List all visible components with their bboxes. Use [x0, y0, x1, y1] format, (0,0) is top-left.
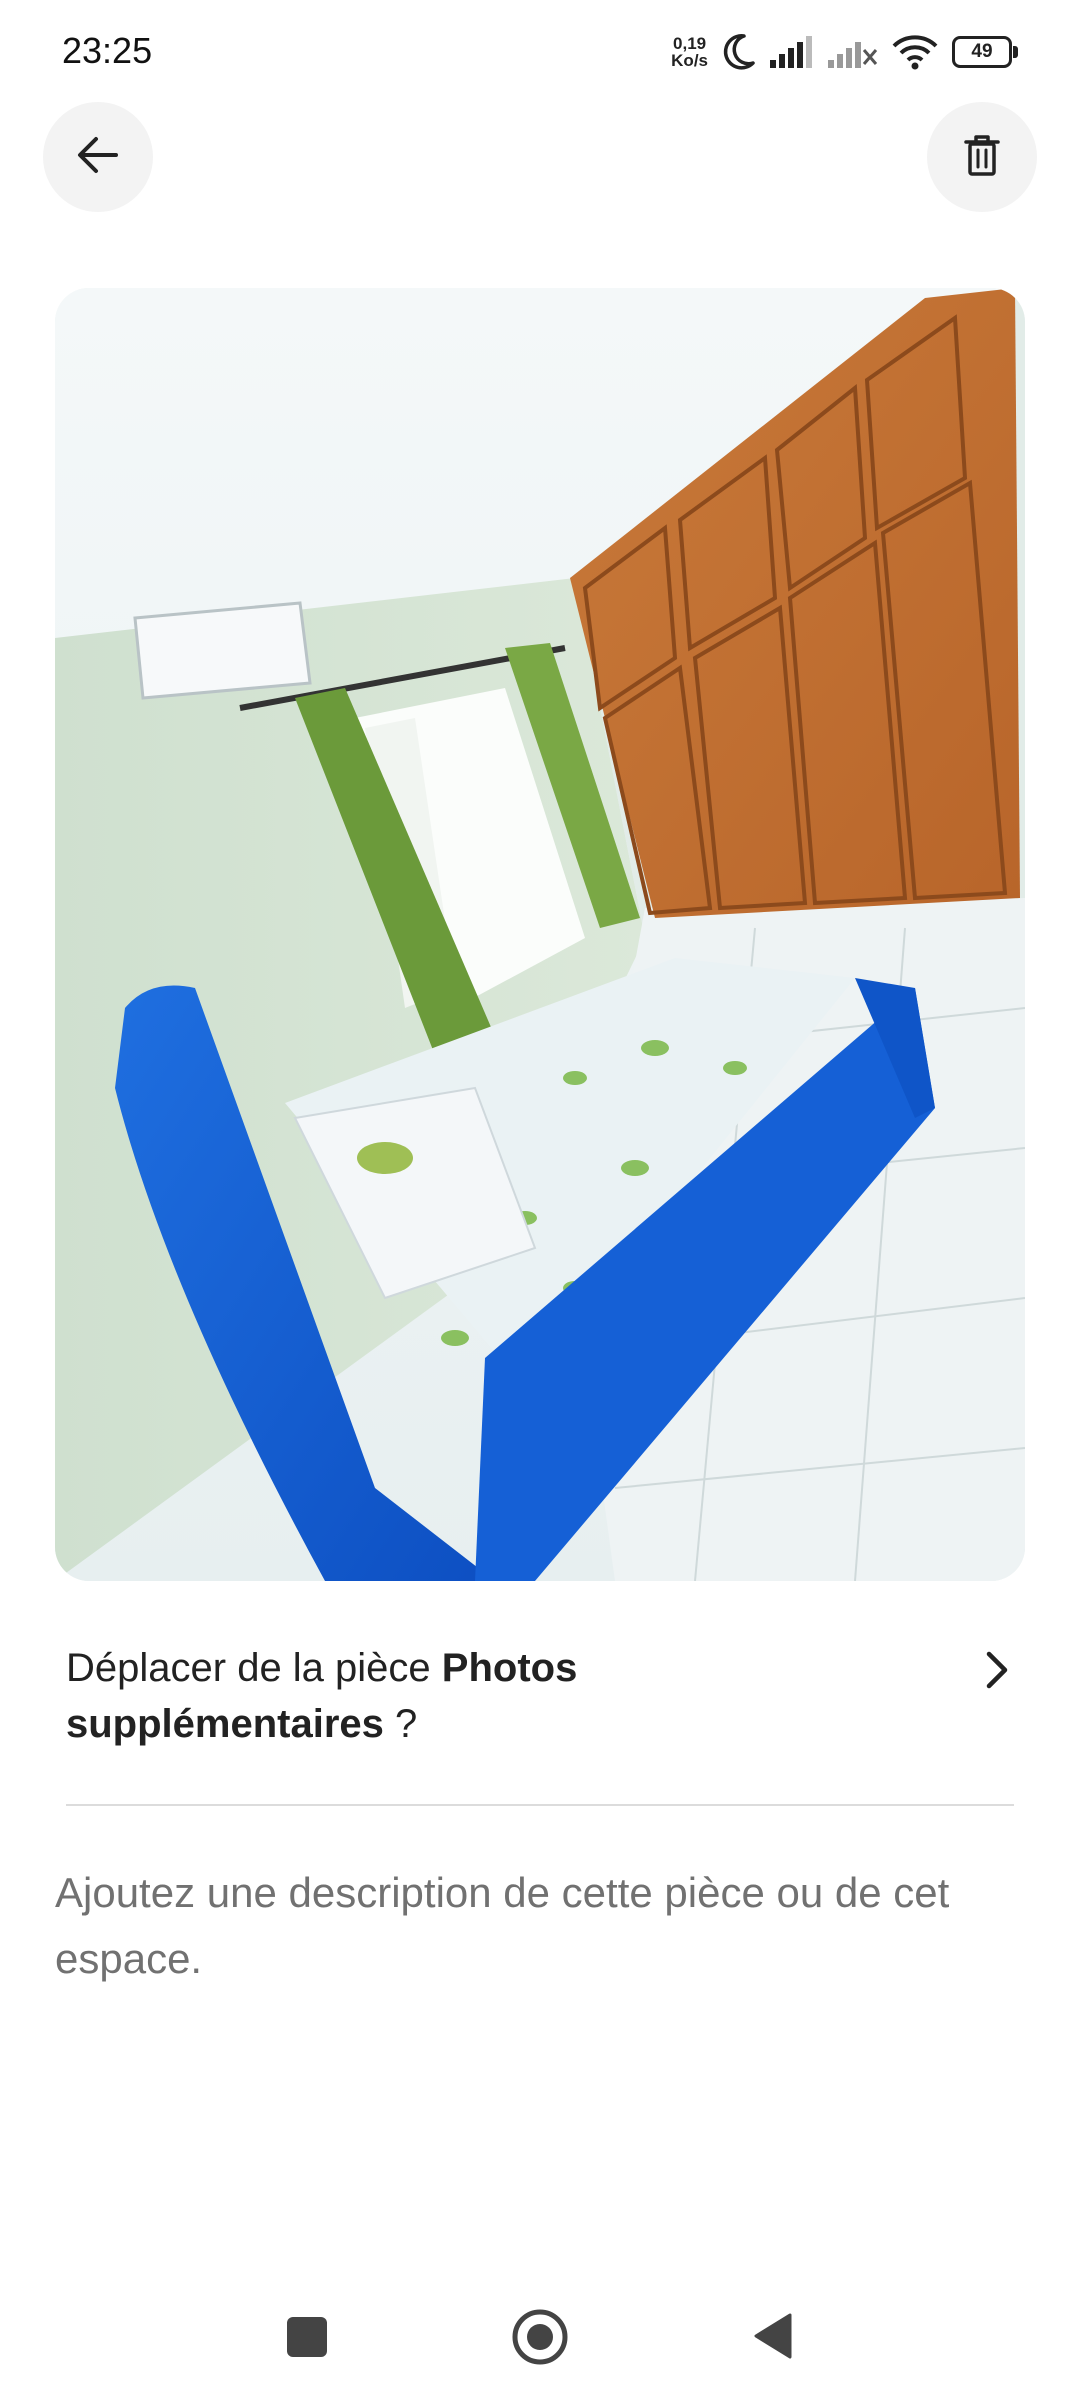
back-triangle-icon[interactable] — [752, 2311, 794, 2366]
move-room-row[interactable]: Déplacer de la pièce Photos supplémentai… — [66, 1640, 1016, 1770]
status-indicators: 0,19 Ko/s 49 — [671, 30, 1018, 74]
battery-icon: 49 — [952, 36, 1018, 68]
system-nav-bar — [0, 2290, 1080, 2380]
arrow-left-icon — [76, 135, 120, 180]
screen: 23:25 0,19 Ko/s 49 Déplacer de la pièce … — [0, 0, 1080, 2400]
signal-icon — [770, 36, 814, 68]
trash-icon — [964, 134, 1000, 181]
wifi-icon — [892, 34, 938, 70]
signal-no-service-icon — [828, 36, 878, 68]
move-room-suffix: ? — [383, 1702, 418, 1746]
chevron-right-icon — [984, 1650, 1010, 1695]
battery-level: 49 — [952, 36, 1012, 68]
network-speed-unit: Ko/s — [671, 51, 708, 70]
room-photo[interactable] — [55, 288, 1025, 1581]
delete-button[interactable] — [927, 102, 1037, 212]
moon-icon — [722, 33, 756, 71]
move-room-text: Déplacer de la pièce Photos supplémentai… — [66, 1640, 886, 1752]
status-bar: 23:25 0,19 Ko/s 49 — [0, 0, 1080, 100]
status-time: 23:25 — [62, 30, 153, 71]
network-speed-value: 0,19 — [673, 34, 707, 53]
network-speed: 0,19 Ko/s — [671, 35, 708, 69]
bedroom-photo-image — [55, 288, 1025, 1581]
back-button[interactable] — [43, 102, 153, 212]
description-input[interactable]: Ajoutez une description de cette pièce o… — [55, 1860, 1025, 1992]
divider — [66, 1804, 1014, 1806]
recent-apps-icon[interactable] — [287, 2317, 327, 2357]
move-room-prefix: Déplacer de la pièce — [66, 1646, 431, 1690]
home-icon[interactable] — [511, 2308, 569, 2371]
